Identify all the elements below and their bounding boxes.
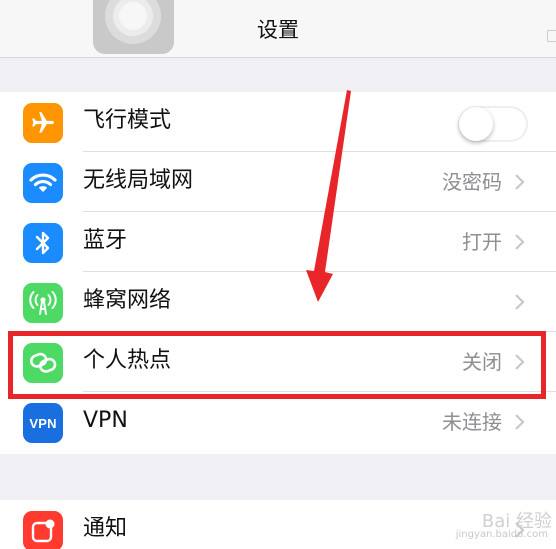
- settings-row-vpn[interactable]: VPN VPN 未连接: [0, 392, 556, 452]
- settings-row-value: 没密码: [442, 170, 502, 194]
- vpn-icon: VPN: [23, 403, 63, 443]
- settings-row-label: 蓝牙: [83, 228, 128, 253]
- settings-screen: 设置 飞行模式 无线局域网 没密码 蓝牙 打开 蜂窝网络 个人热点 关闭 VPN…: [0, 0, 556, 549]
- airplane-mode-toggle[interactable]: [458, 106, 528, 142]
- chevron-right-icon: [515, 174, 525, 190]
- notification-icon: [23, 511, 63, 549]
- watermark-sub: jingyan.baidu.com: [455, 529, 548, 540]
- settings-row-bluetooth[interactable]: 蓝牙 打开: [0, 212, 556, 272]
- settings-row-label: 通知: [83, 516, 128, 541]
- annotation-highlight-box: [8, 331, 546, 399]
- chevron-right-icon: [515, 414, 525, 430]
- settings-row-label: 无线局域网: [83, 168, 194, 193]
- settings-row-wifi[interactable]: 无线局域网 没密码: [0, 152, 556, 212]
- chevron-right-icon: [515, 234, 525, 250]
- settings-row-value: 未连接: [442, 410, 502, 434]
- bluetooth-icon: [23, 223, 63, 263]
- settings-row-label: VPN: [83, 408, 128, 433]
- wifi-icon: [23, 163, 63, 203]
- page-title: 设置: [257, 18, 299, 42]
- toggle-knob: [459, 107, 493, 141]
- navigation-bar: 设置: [0, 0, 556, 58]
- cellular-antenna-icon: [23, 283, 63, 323]
- settings-row-label: 飞行模式: [83, 108, 172, 133]
- settings-row-airplane-mode[interactable]: 飞行模式: [0, 92, 556, 152]
- vpn-icon-text: VPN: [29, 415, 57, 431]
- settings-row-cellular[interactable]: 蜂窝网络: [0, 272, 556, 332]
- settings-group-connectivity: 飞行模式 无线局域网 没密码 蓝牙 打开 蜂窝网络 个人热点 关闭 VPN VP…: [0, 92, 556, 454]
- settings-row-label: 蜂窝网络: [83, 288, 172, 313]
- edge-mark: [547, 30, 556, 42]
- airplane-icon: [23, 103, 63, 143]
- settings-row-value: 打开: [462, 230, 502, 254]
- chevron-right-icon: [515, 294, 525, 310]
- watermark: Bai 经验 jingyan.baidu.com: [422, 507, 552, 545]
